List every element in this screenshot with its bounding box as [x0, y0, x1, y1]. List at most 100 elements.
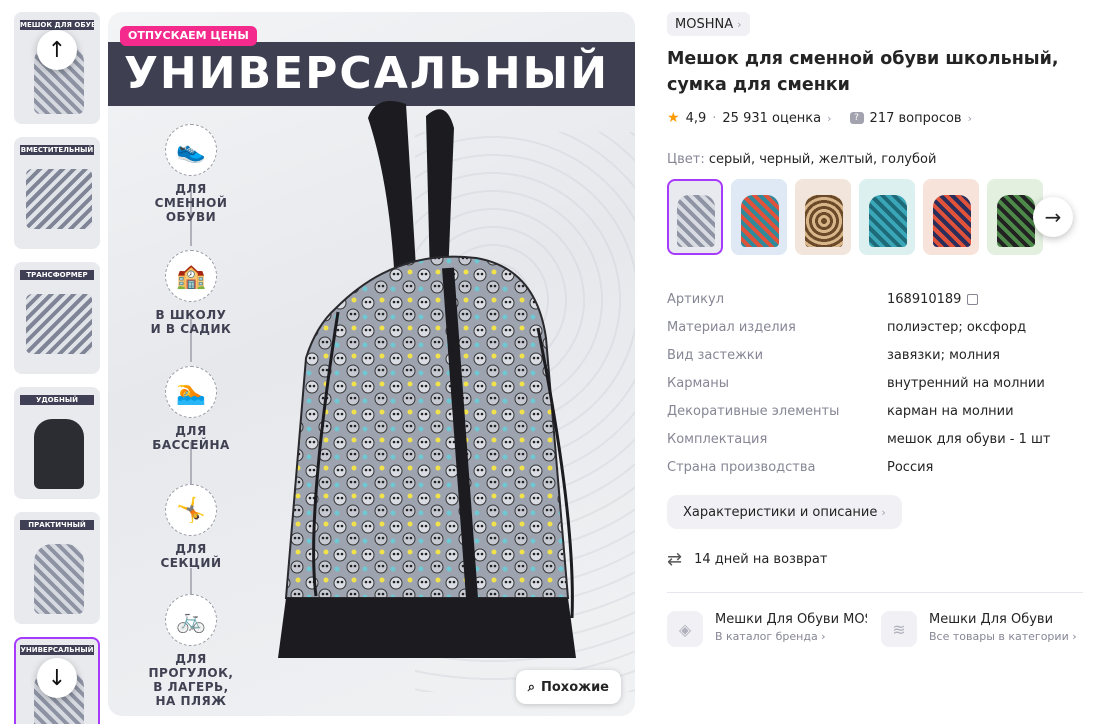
divider-line — [190, 568, 192, 594]
thumbnails-down-button[interactable]: ↓ — [37, 658, 77, 698]
thumbnail-strip[interactable]: МЕШОК ДЛЯ ОБУВИ ВМЕСТИТЕЛЬНЫЙ ТРАНСФОРМЕ… — [14, 12, 100, 724]
similar-button[interactable]: ⌕ Похожие — [515, 670, 621, 704]
copy-icon[interactable] — [967, 293, 979, 305]
spec-key: Артикул — [667, 291, 725, 307]
thumbnail-5[interactable]: ПРАКТИЧНЫЙ — [14, 512, 100, 624]
main-product-image[interactable]: УНИВЕРСАЛЬНЫЙ ОТПУСКАЕМ ЦЕНЫ 👟 ДЛЯ СМЕНН… — [108, 12, 635, 716]
spec-value: полиэстер; оксфорд — [887, 319, 1027, 335]
thumbnail-label: ТРАНСФОРМЕР — [20, 270, 94, 280]
spec-row: Вид застежки завязки; молния — [667, 341, 1087, 369]
spec-value: внутренний на молнии — [887, 375, 1045, 391]
thumbnail-4[interactable]: УДОБНЫЙ — [14, 387, 100, 499]
swim-icon: 🏊 — [165, 366, 217, 418]
brand-catalog-link[interactable]: ◈ Мешки Для Обуви MOSHNA В каталог бренд… — [667, 611, 867, 647]
swatch-5[interactable] — [923, 179, 979, 255]
thumbnail-label: УДОБНЫЙ — [20, 395, 94, 405]
spec-key: Карманы — [667, 375, 729, 391]
thumbnails-up-button[interactable]: ↑ — [37, 30, 77, 70]
star-icon: ★ — [667, 110, 680, 126]
feature-school: 🏫 В ШКОЛУ И В САДИК — [148, 250, 234, 336]
similar-label: Похожие — [541, 679, 609, 695]
color-swatches: → — [667, 179, 1087, 255]
spec-row: Страна производства Россия — [667, 453, 1087, 481]
shoe-icon: 👟 — [165, 124, 217, 176]
reviews-link[interactable]: 25 931 оценка — [722, 111, 821, 126]
specs-table: Артикул 168910189 Материал изделия полиэст… — [667, 285, 1087, 481]
questions-link[interactable]: 217 вопросов — [870, 111, 962, 126]
feature-text: ДЛЯ СЕКЦИЙ — [160, 542, 222, 570]
color-value: серый, черный, желтый, голубой — [708, 152, 937, 167]
feature-text: ДЛЯ БАССЕЙНА — [152, 424, 230, 452]
swatch-bag — [997, 195, 1035, 247]
chevron-right-icon: › — [737, 17, 742, 31]
arrow-down-icon: ↓ — [47, 665, 67, 691]
thumbnail-bag — [26, 169, 92, 229]
school-icon: 🏫 — [165, 250, 217, 302]
thumbnail-2[interactable]: ВМЕСТИТЕЛЬНЫЙ — [14, 137, 100, 249]
swatch-3[interactable] — [795, 179, 851, 255]
swatch-1[interactable] — [667, 179, 723, 255]
color-row: Цвет: серый, черный, желтый, голубой — [667, 152, 1087, 167]
thumbnail-label: ПРАКТИЧНЫЙ — [20, 520, 94, 530]
bike-icon: 🚲 — [165, 594, 217, 646]
thumbnail-bag — [26, 294, 92, 354]
swatch-bag — [677, 195, 715, 247]
product-title: Мешок для сменной обуви школьный, сумка … — [667, 49, 1059, 95]
brand-name: MOSHNA — [675, 16, 734, 32]
link-title: Мешки Для Обуви MOSHNA — [715, 612, 867, 627]
spec-value: Россия — [887, 459, 934, 475]
feature-text: В ШКОЛУ И В САДИК — [150, 308, 232, 336]
characteristics-button[interactable]: Характеристики и описание › — [667, 495, 902, 529]
return-icon: ⇄ — [667, 549, 683, 570]
swatch-2[interactable] — [731, 179, 787, 255]
spec-key: Материал изделия — [667, 319, 796, 335]
link-subtitle-text: В каталог бренда — [715, 630, 818, 643]
spec-value: завязки; молния — [887, 347, 1000, 363]
questions-icon: ? — [849, 112, 864, 124]
brand-link[interactable]: MOSHNA › — [667, 12, 750, 36]
rating-row: ★ 4,9 · 25 931 оценка › ? 217 вопросов › — [667, 110, 1087, 126]
link-text: Мешки Для Обуви Все товары в категории › — [929, 611, 1081, 647]
feature-walks: 🚲 ДЛЯ ПРОГУЛОК, В ЛАГЕРЬ, НА ПЛЯЖ — [148, 594, 234, 708]
divider — [667, 592, 1083, 593]
thumbnail-bag — [34, 544, 84, 614]
returns-row: ⇄ 14 дней на возврат — [667, 549, 1087, 570]
swatch-bag — [933, 195, 971, 247]
feature-text: ДЛЯ СМЕННОЙ ОБУВИ — [154, 182, 228, 224]
spec-row: Декоративные элементы карман на молнии — [667, 397, 1087, 425]
layers-icon: ≋ — [881, 611, 917, 647]
article-number: 168910189 — [887, 291, 962, 307]
rating-value: 4,9 — [685, 110, 707, 126]
thumbnail-3[interactable]: ТРАНСФОРМЕР — [14, 262, 100, 374]
swatch-bag — [741, 195, 779, 247]
image-search-icon: ⌕ — [527, 679, 535, 695]
spec-value: 168910189 — [887, 291, 979, 307]
feature-text: ДЛЯ ПРОГУЛОК, В ЛАГЕРЬ, НА ПЛЯЖ — [148, 652, 234, 708]
bag-illustration — [278, 101, 576, 658]
catalog-links: ◈ Мешки Для Обуви MOSHNA В каталог бренд… — [667, 611, 1087, 647]
product-info: MOSHNA › Мешок для сменной обуви школьны… — [667, 12, 1087, 647]
spec-key: Вид застежки — [667, 347, 764, 363]
spec-key: Комплектация — [667, 431, 768, 447]
spec-row: Артикул 168910189 — [667, 285, 1087, 313]
spec-row: Комплектация мешок для обуви - 1 шт — [667, 425, 1087, 453]
dot-separator: · — [712, 110, 717, 126]
image-banner: УНИВЕРСАЛЬНЫЙ — [108, 42, 635, 106]
swatches-next-button[interactable]: → — [1033, 197, 1073, 237]
link-subtitle: Все товары в категории › — [929, 630, 1077, 643]
color-label: Цвет: — [667, 152, 705, 167]
category-link[interactable]: ≋ Мешки Для Обуви Все товары в категории… — [881, 611, 1081, 647]
spec-key: Страна производства — [667, 459, 816, 475]
arrow-up-icon: ↑ — [47, 37, 67, 63]
tag-icon: ◈ — [667, 611, 703, 647]
chevron-right-icon: › — [967, 111, 972, 125]
feature-shoes: 👟 ДЛЯ СМЕННОЙ ОБУВИ — [148, 124, 234, 224]
feature-pool: 🏊 ДЛЯ БАССЕЙНА — [148, 366, 234, 452]
arrow-right-icon: → — [1044, 205, 1062, 229]
swatch-4[interactable] — [859, 179, 915, 255]
spec-row: Карманы внутренний на молнии — [667, 369, 1087, 397]
chevron-right-icon: › — [881, 505, 886, 519]
characteristics-label: Характеристики и описание — [683, 504, 878, 520]
swatch-bag — [805, 195, 843, 247]
spec-key: Декоративные элементы — [667, 403, 840, 419]
